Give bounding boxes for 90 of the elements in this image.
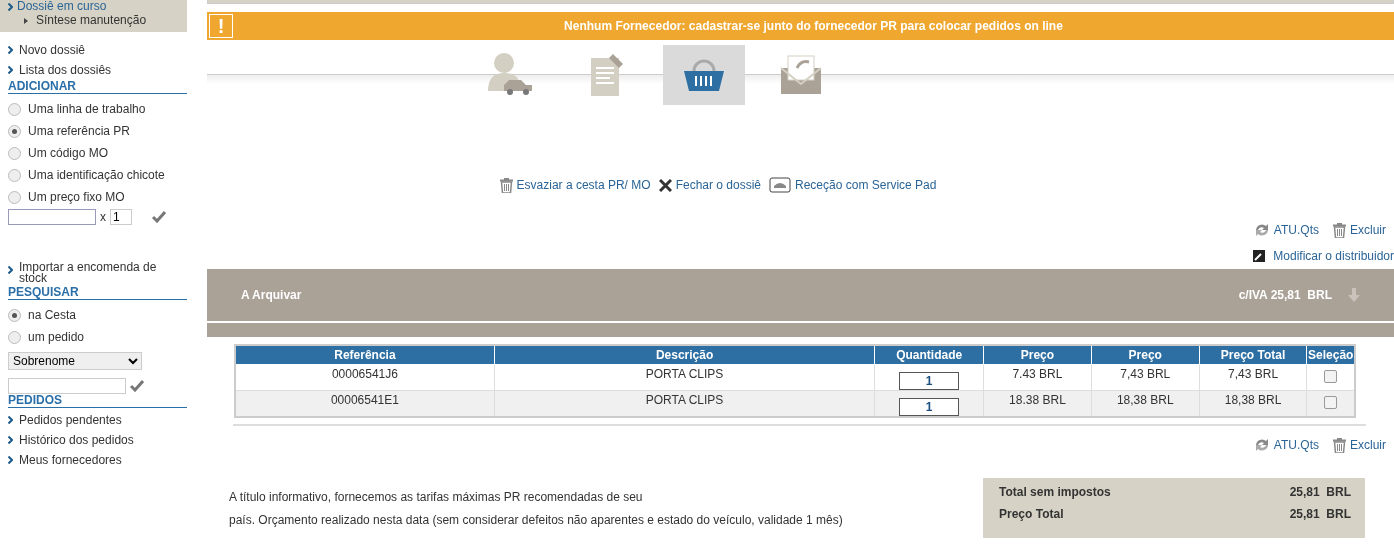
sidebar-link[interactable]: Novo dossiê bbox=[19, 44, 86, 56]
table-cell: 18.38 BRL bbox=[983, 390, 1092, 417]
trash-icon bbox=[1333, 437, 1346, 453]
note-text: país. Orçamento realizado nesta data (sem considerar defeitos não aparentes e estado do veículo, validade 1 mês) bbox=[229, 512, 843, 529]
table-cell: 00006541E1 bbox=[235, 390, 495, 417]
band-total: c/IVA 25,81 BRL bbox=[1238, 287, 1332, 304]
tablet-icon bbox=[769, 177, 791, 193]
radio-label: na Cesta bbox=[28, 308, 77, 322]
radio-button[interactable] bbox=[8, 102, 21, 116]
chevron-icon bbox=[8, 266, 13, 274]
column-header: Seleção bbox=[1307, 345, 1355, 365]
radio-label: Um código MO bbox=[28, 146, 109, 160]
sidebar-link[interactable]: Importar a encomenda de stock bbox=[19, 262, 169, 284]
table-cell: 7,43 BRL bbox=[1199, 364, 1307, 391]
down-arrow-icon[interactable] bbox=[1348, 288, 1360, 302]
search-type-select[interactable]: Sobrenome bbox=[8, 352, 142, 370]
step-tab[interactable] bbox=[663, 45, 745, 105]
column-header: Referência bbox=[235, 345, 495, 365]
sidebar-link[interactable]: Lista dos dossiês bbox=[19, 64, 112, 76]
wrench-icon bbox=[1253, 250, 1266, 262]
trash-icon bbox=[1333, 222, 1346, 238]
table-cell: PORTA CLIPS bbox=[494, 364, 875, 391]
trash-icon bbox=[499, 177, 513, 193]
modify-distributor-link[interactable]: Modificar o distribuidor bbox=[1253, 247, 1394, 265]
radio-button[interactable] bbox=[8, 124, 21, 138]
radio-label: Uma referência PR bbox=[28, 124, 131, 138]
table-cell: 18,38 BRL bbox=[1199, 390, 1307, 417]
quantity-input[interactable]: 1 bbox=[899, 372, 960, 390]
sidebar-link[interactable]: Meus fornecedores bbox=[19, 454, 122, 466]
sidebar-link[interactable]: Pedidos pendentes bbox=[19, 414, 122, 426]
action-link[interactable]: Esvaziar a cesta PR/ MO bbox=[499, 176, 651, 194]
total-value: 25,81 BRL bbox=[1289, 506, 1351, 523]
warning-icon: ! bbox=[209, 14, 233, 38]
tool-link[interactable]: ATU.Qts bbox=[1253, 436, 1319, 454]
refresh-icon bbox=[1253, 437, 1270, 453]
chevron-icon bbox=[8, 2, 13, 11]
warning-message: Nenhum Fornecedor: cadastrar-se junto do fornecedor PR para colocar pedidos on line bbox=[563, 18, 1064, 35]
table-cell: PORTA CLIPS bbox=[494, 390, 875, 417]
table-cell: 18,38 BRL bbox=[1091, 390, 1200, 417]
total-label: Preço Total bbox=[999, 506, 1064, 523]
total-label: Total sem impostos bbox=[999, 484, 1111, 501]
section-heading: ADICIONAR bbox=[8, 80, 187, 94]
radio-label: Um preço fixo MO bbox=[28, 190, 125, 204]
total-value: 25,81 BRL bbox=[1289, 484, 1351, 501]
radio-label: um pedido bbox=[28, 330, 85, 344]
checkmark-icon[interactable] bbox=[130, 380, 144, 392]
quantity-input[interactable]: 1 bbox=[110, 209, 132, 225]
checkmark-icon[interactable] bbox=[152, 211, 166, 223]
radio-label: Uma linha de trabalho bbox=[28, 102, 146, 116]
radio-button[interactable] bbox=[8, 146, 21, 160]
row-checkbox[interactable] bbox=[1324, 370, 1338, 383]
action-link[interactable]: Fechar o dossiê bbox=[658, 176, 761, 194]
column-header: Preço Total bbox=[1199, 345, 1307, 365]
column-header: Descrição bbox=[494, 345, 875, 365]
column-header: Preço bbox=[1091, 345, 1200, 365]
sidebar-link[interactable]: Síntese manutenção bbox=[36, 13, 147, 28]
tool-link[interactable]: ATU.Qts bbox=[1253, 221, 1319, 239]
tool-link[interactable]: Excluir bbox=[1333, 221, 1386, 239]
note-text: A título informativo, fornecemos as tarifas máximas PR recomendadas de seu bbox=[229, 489, 644, 506]
quantity-input[interactable]: 1 bbox=[899, 398, 960, 416]
radio-button[interactable] bbox=[8, 330, 21, 344]
radio-button[interactable] bbox=[8, 168, 21, 182]
refresh-icon bbox=[1253, 222, 1270, 238]
column-header: Quantidade bbox=[874, 345, 984, 365]
section-heading: PESQUISAR bbox=[8, 286, 187, 300]
column-header: Preço bbox=[983, 345, 1092, 365]
triangle-icon bbox=[24, 17, 28, 24]
row-checkbox[interactable] bbox=[1324, 396, 1338, 409]
radio-label: Uma identificação chicote bbox=[28, 168, 165, 182]
search-input[interactable] bbox=[8, 378, 126, 394]
action-link[interactable]: Receção com Service Pad bbox=[769, 176, 937, 194]
tool-link[interactable]: Excluir bbox=[1333, 436, 1386, 454]
reference-input[interactable] bbox=[8, 209, 96, 225]
chevron-icon bbox=[8, 456, 13, 464]
chevron-icon bbox=[8, 436, 13, 444]
current-dossier-link[interactable]: Dossiê em curso bbox=[17, 0, 107, 13]
table-cell: 00006541J6 bbox=[235, 364, 495, 391]
table-cell: 7,43 BRL bbox=[1091, 364, 1200, 391]
close-icon bbox=[658, 178, 672, 192]
section-heading: PEDIDOS bbox=[8, 394, 187, 408]
chevron-icon bbox=[8, 66, 13, 74]
band-title: A Arquivar bbox=[241, 287, 303, 304]
chevron-icon bbox=[8, 46, 13, 54]
times-label: x bbox=[100, 209, 106, 226]
radio-button[interactable] bbox=[8, 308, 21, 322]
chevron-icon bbox=[8, 416, 13, 424]
table-cell: 7.43 BRL bbox=[983, 364, 1092, 391]
sidebar-link[interactable]: Histórico dos pedidos bbox=[19, 434, 134, 446]
radio-button[interactable] bbox=[8, 190, 21, 204]
envelope-icon bbox=[779, 54, 823, 96]
